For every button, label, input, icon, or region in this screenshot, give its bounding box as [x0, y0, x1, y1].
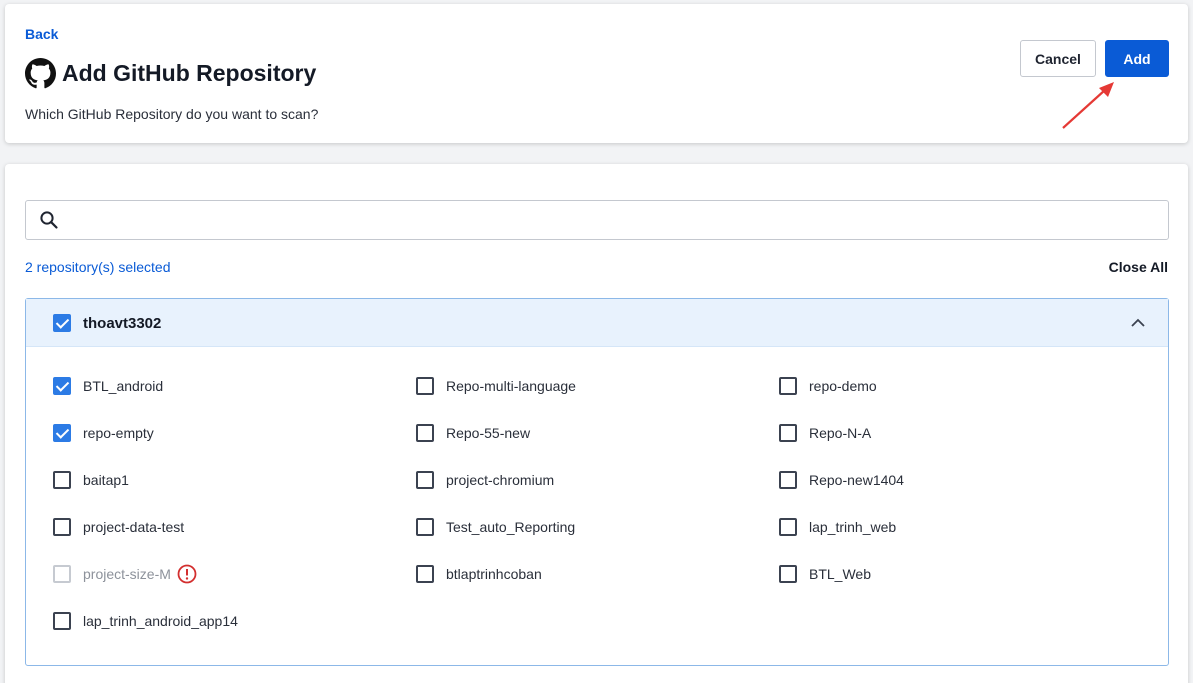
repository-label: repo-empty [83, 425, 154, 441]
search-input[interactable] [70, 201, 1160, 239]
repository-checkbox[interactable] [779, 471, 797, 489]
repository-item[interactable]: Repo-55-new [416, 423, 530, 443]
repository-item[interactable]: Repo-new1404 [779, 470, 904, 490]
repository-checkbox[interactable] [53, 612, 71, 630]
repository-selection-card: 2 repository(s) selected Close All thoav… [5, 164, 1188, 683]
back-link[interactable]: Back [25, 26, 58, 42]
repository-label: BTL_Web [809, 566, 871, 582]
search-icon [40, 211, 58, 229]
close-all-button[interactable]: Close All [1109, 259, 1168, 275]
repository-checkbox[interactable] [779, 424, 797, 442]
repository-label: baitap1 [83, 472, 129, 488]
repository-checkbox[interactable] [53, 424, 71, 442]
header-card: Back Add GitHub Repository Which GitHub … [5, 4, 1188, 143]
repository-checkbox[interactable] [779, 377, 797, 395]
search-box [25, 200, 1169, 240]
page-subtitle: Which GitHub Repository do you want to s… [25, 106, 319, 122]
repository-checkbox[interactable] [416, 424, 434, 442]
add-button[interactable]: Add [1105, 40, 1169, 77]
repository-item[interactable]: btlaptrinhcoban [416, 564, 542, 584]
repository-item[interactable]: repo-empty [53, 423, 154, 443]
repository-label: Repo-multi-language [446, 378, 576, 394]
repository-label: btlaptrinhcoban [446, 566, 542, 582]
group-name: thoavt3302 [83, 315, 162, 332]
repository-checkbox[interactable] [416, 377, 434, 395]
group-checkbox[interactable] [53, 314, 71, 332]
repository-label: project-chromium [446, 472, 555, 488]
repository-checkbox[interactable] [416, 471, 434, 489]
repository-label: lap_trinh_web [809, 519, 897, 535]
repository-item: project-size-M [53, 564, 197, 584]
repository-label: project-size-M [83, 566, 171, 582]
repository-label: BTL_android [83, 378, 164, 394]
repository-group: thoavt3302 BTL_android Repo-multi-languag… [25, 298, 1169, 666]
annotation-arrow-icon [1062, 82, 1114, 129]
repository-label: Repo-N-A [809, 425, 872, 441]
group-header[interactable]: thoavt3302 [26, 299, 1168, 347]
page-title: Add GitHub Repository [62, 60, 317, 86]
repository-item[interactable]: BTL_android [53, 376, 163, 396]
repository-label: Test_auto_Reporting [446, 519, 576, 535]
repository-item[interactable]: project-chromium [416, 470, 554, 490]
warning-circle-icon[interactable] [177, 564, 197, 584]
github-icon [25, 58, 56, 89]
repository-item[interactable]: repo-demo [779, 376, 877, 396]
repository-item[interactable]: Repo-N-A [779, 423, 871, 443]
repository-item[interactable]: BTL_Web [779, 564, 871, 584]
repository-checkbox[interactable] [53, 471, 71, 489]
repository-item[interactable]: lap_trinh_web [779, 517, 896, 537]
chevron-up-icon[interactable] [1130, 315, 1146, 331]
repository-label: repo-demo [809, 378, 877, 394]
repository-item[interactable]: lap_trinh_android_app14 [53, 611, 238, 631]
repository-checkbox[interactable] [416, 565, 434, 583]
repository-item[interactable]: Repo-multi-language [416, 376, 576, 396]
repository-checkbox[interactable] [53, 518, 71, 536]
repository-checkbox[interactable] [53, 377, 71, 395]
repository-checkbox[interactable] [779, 518, 797, 536]
repository-checkbox [53, 565, 71, 583]
repository-item[interactable]: Test_auto_Reporting [416, 517, 575, 537]
repository-checkbox[interactable] [779, 565, 797, 583]
repository-checkbox[interactable] [416, 518, 434, 536]
cancel-button[interactable]: Cancel [1020, 40, 1096, 77]
selected-count: 2 repository(s) selected [25, 259, 171, 275]
repository-label: Repo-55-new [446, 425, 531, 441]
repository-item[interactable]: project-data-test [53, 517, 184, 537]
title-row: Add GitHub Repository [25, 58, 316, 89]
repository-label: lap_trinh_android_app14 [83, 613, 238, 629]
repository-label: project-data-test [83, 519, 185, 535]
repository-item[interactable]: baitap1 [53, 470, 129, 490]
repository-label: Repo-new1404 [809, 472, 904, 488]
